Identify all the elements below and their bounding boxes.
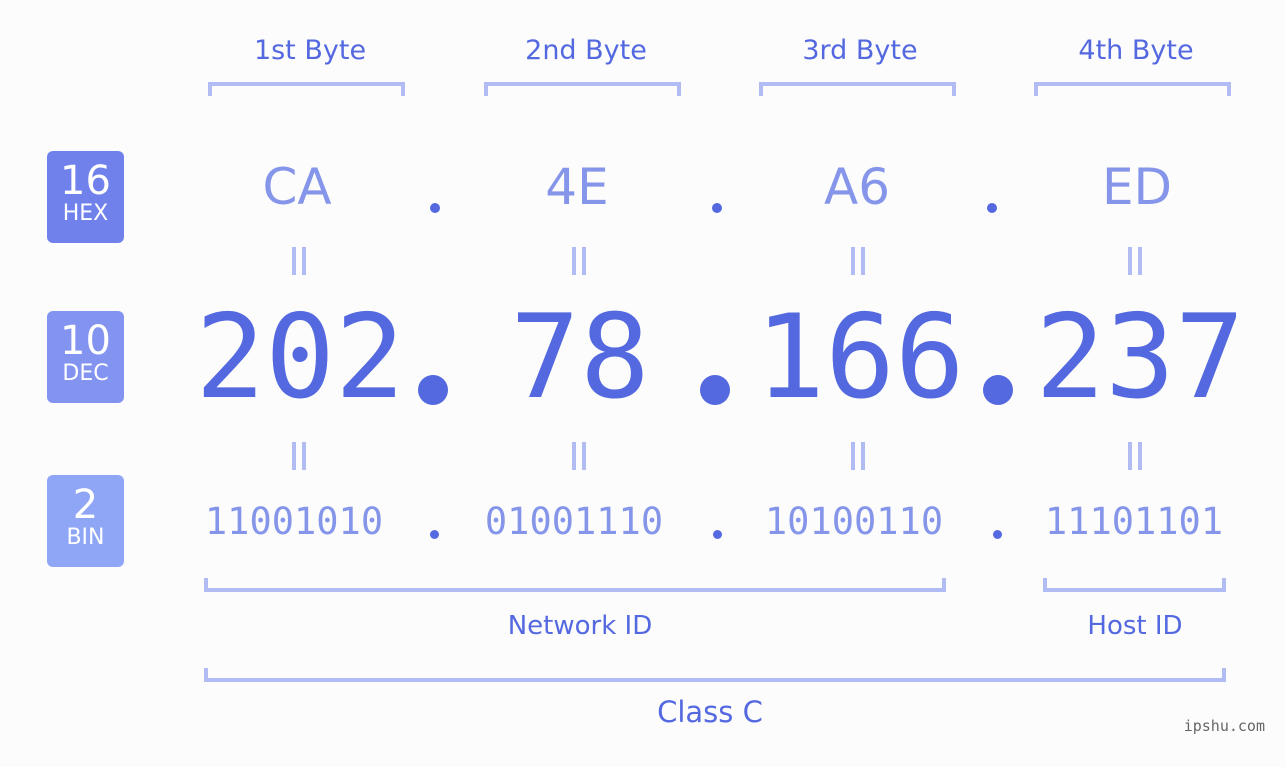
hex-byte-2: 4E <box>545 158 609 216</box>
byte-bracket-3 <box>759 82 956 96</box>
dec-byte-3: 166 <box>755 290 965 425</box>
equals-icon <box>1128 247 1142 275</box>
hex-base: 16 <box>60 158 111 204</box>
bin-byte-2: 01001110 <box>484 500 664 543</box>
equals-icon <box>292 247 306 275</box>
dec-badge: 10 DEC <box>47 311 124 403</box>
network-id-label: Network ID <box>507 611 653 641</box>
dec-separator-dot <box>983 375 1013 405</box>
byte-bracket-4 <box>1034 82 1231 96</box>
byte-header-2: 2nd Byte <box>525 35 647 66</box>
equals-icon <box>292 442 306 470</box>
equals-icon <box>572 247 586 275</box>
equals-icon <box>851 442 865 470</box>
bin-base: 2 <box>72 482 99 528</box>
ip-class-label: Class C <box>657 695 763 729</box>
byte-header-3: 3rd Byte <box>802 35 918 66</box>
dec-separator-dot <box>418 375 448 405</box>
hex-byte-1: CA <box>262 158 332 216</box>
dec-byte-2: 78 <box>510 290 650 425</box>
hex-label: HEX <box>62 201 109 226</box>
dec-byte-1: 202 <box>195 290 405 425</box>
equals-icon <box>1128 442 1142 470</box>
equals-icon <box>572 442 586 470</box>
byte-header-4: 4th Byte <box>1078 35 1194 66</box>
byte-bracket-2 <box>484 82 681 96</box>
bin-separator-dot <box>713 530 722 539</box>
hex-separator-dot <box>430 203 440 213</box>
hex-byte-3: A6 <box>823 158 890 216</box>
host-id-bracket <box>1043 578 1226 592</box>
dec-separator-dot <box>700 375 730 405</box>
equals-icon <box>851 247 865 275</box>
bin-separator-dot <box>430 530 439 539</box>
bin-byte-4: 11101101 <box>1044 500 1224 543</box>
dec-base: 10 <box>60 318 111 364</box>
hex-badge: 16 HEX <box>47 151 124 243</box>
bin-byte-3: 10100110 <box>764 500 944 543</box>
class-bracket <box>204 668 1226 682</box>
hex-byte-4: ED <box>1101 158 1173 216</box>
byte-header-1: 1st Byte <box>253 35 367 66</box>
bin-badge: 2 BIN <box>47 475 124 567</box>
byte-bracket-1 <box>208 82 405 96</box>
bin-byte-1: 11001010 <box>204 500 384 543</box>
host-id-label: Host ID <box>1087 611 1183 641</box>
dec-byte-4: 237 <box>1035 290 1245 425</box>
bin-label: BIN <box>66 525 105 550</box>
hex-separator-dot <box>712 203 722 213</box>
network-id-bracket <box>204 578 946 592</box>
bin-separator-dot <box>993 530 1002 539</box>
hex-separator-dot <box>987 203 997 213</box>
watermark: ipshu.com <box>1183 717 1265 735</box>
dec-label: DEC <box>62 361 109 386</box>
